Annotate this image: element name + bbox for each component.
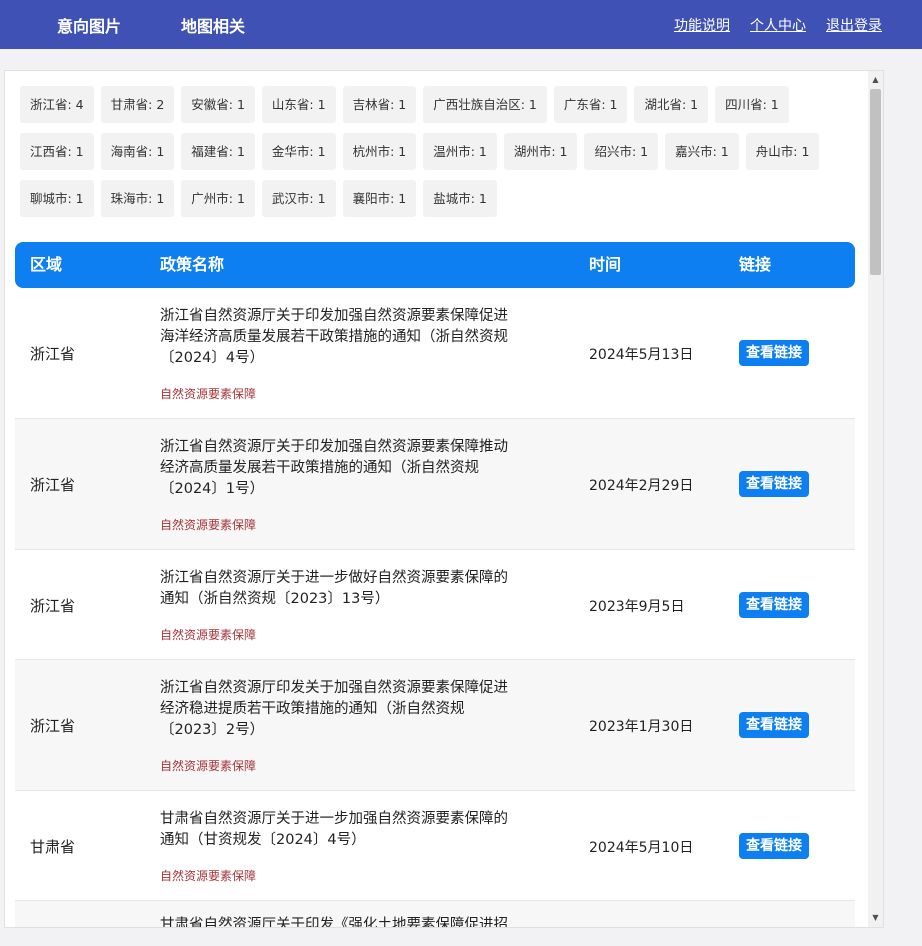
header-time: 时间 (589, 255, 622, 274)
view-link-button[interactable]: 查看链接 (739, 340, 809, 366)
row-policy-name: 甘肃省自然资源厅关于印发《强化土地要素保障促进招 (160, 915, 555, 927)
policy-title-line[interactable]: 浙江省自然资源厅印发关于加强自然资源要素保障促进 (160, 678, 555, 699)
region-tag[interactable]: 山东省: 1 (261, 86, 336, 123)
policy-title-line[interactable]: 甘肃省自然资源厅关于印发《强化土地要素保障促进招 (160, 915, 555, 927)
row-policy-name: 浙江省自然资源厅印发关于加强自然资源要素保障促进 经济稳进提质若干政策措施的通知（… (160, 678, 555, 773)
region-tag[interactable]: 珠海市: 1 (100, 180, 175, 217)
table-row: 浙江省 浙江省自然资源厅印发关于加强自然资源要素保障促进 经济稳进提质若干政策措施的… (15, 660, 855, 791)
nav-map-related[interactable]: 地图相关 (181, 13, 245, 37)
region-tag[interactable]: 绍兴市: 1 (584, 133, 659, 170)
header-region: 区域 (30, 255, 63, 274)
policy-title-line[interactable]: 〔2023〕2号） (160, 720, 555, 741)
region-tag-list: 浙江省: 4 甘肃省: 2 安徽省: 1 山东省: 1 吉林省: 1 广西壮族自治区: 1… (20, 86, 860, 227)
region-tag[interactable]: 温州市: 1 (423, 133, 497, 170)
policy-category-tag: 自然资源要素保障 (160, 868, 257, 883)
nav-personal-center[interactable]: 个人中心 (750, 15, 806, 35)
region-tag[interactable]: 江西省: 1 (20, 133, 94, 170)
view-link-button[interactable]: 查看链接 (739, 471, 809, 497)
region-tag[interactable]: 杭州市: 1 (342, 133, 417, 170)
row-policy-name: 浙江省自然资源厅关于进一步做好自然资源要素保障的 通知（浙自然资规〔2023〕13… (160, 568, 555, 642)
region-tag[interactable]: 盐城市: 1 (423, 180, 497, 217)
region-tag[interactable]: 吉林省: 1 (342, 86, 417, 123)
policy-title-line[interactable]: 经济稳进提质若干政策措施的通知（浙自然资规 (160, 699, 555, 720)
row-region: 浙江省 (30, 717, 76, 735)
region-tag[interactable]: 武汉市: 1 (261, 180, 336, 217)
table-body: 浙江省 浙江省自然资源厅关于印发加强自然资源要素保障促进 海洋经济高质量发展若干政策… (15, 288, 855, 927)
region-tag[interactable]: 湖州市: 1 (503, 133, 578, 170)
region-tag[interactable]: 四川省: 1 (715, 86, 789, 123)
region-tag[interactable]: 安徽省: 1 (181, 86, 255, 123)
row-region: 浙江省 (30, 476, 76, 494)
row-region: 浙江省 (30, 596, 76, 615)
nav-left: 意向图片 地图相关 (57, 0, 305, 49)
policy-title-line[interactable]: 〔2024〕4号） (160, 348, 555, 369)
region-tag[interactable]: 襄阳市: 1 (342, 180, 417, 217)
table-row: 浙江省 浙江省自然资源厅关于印发加强自然资源要素保障促进 海洋经济高质量发展若干政策… (15, 288, 855, 419)
region-tag[interactable]: 舟山市: 1 (745, 133, 820, 170)
table-header: 区域 政策名称 时间 链接 (15, 242, 855, 288)
row-date: 2024年5月13日 (589, 347, 694, 363)
row-date: 2024年2月29日 (589, 478, 694, 494)
content-panel: 浙江省: 4 甘肃省: 2 安徽省: 1 山东省: 1 吉林省: 1 广西壮族自治区: 1… (4, 70, 884, 928)
policy-category-tag: 自然资源要素保障 (160, 517, 257, 532)
table-row: 浙江省 浙江省自然资源厅关于进一步做好自然资源要素保障的 通知（浙自然资规〔2023… (15, 550, 855, 660)
policy-title-line[interactable]: 海洋经济高质量发展若干政策措施的通知（浙自然资规 (160, 327, 555, 348)
nav-intention-images[interactable]: 意向图片 (57, 13, 121, 37)
policy-title-line[interactable]: 浙江省自然资源厅关于印发加强自然资源要素保障推动 (160, 437, 555, 458)
region-tag[interactable]: 金华市: 1 (261, 133, 336, 170)
nav-function-description[interactable]: 功能说明 (674, 15, 730, 35)
region-tag[interactable]: 广州市: 1 (181, 180, 255, 217)
region-tag[interactable]: 嘉兴市: 1 (665, 133, 739, 170)
header-policy-name: 政策名称 (160, 255, 225, 274)
region-tag[interactable]: 广西壮族自治区: 1 (423, 86, 547, 123)
row-policy-name: 甘肃省自然资源厅关于进一步加强自然资源要素保障的 通知（甘资规发〔2024〕4号）… (160, 809, 555, 883)
table-row: 浙江省 浙江省自然资源厅关于印发加强自然资源要素保障推动 经济高质量发展若干政策措施… (15, 419, 855, 550)
row-region: 浙江省 (30, 345, 76, 363)
row-date: 2023年1月30日 (589, 719, 694, 735)
table-row: 甘肃省自然资源厅关于印发《强化土地要素保障促进招 (15, 901, 855, 927)
row-policy-name: 浙江省自然资源厅关于印发加强自然资源要素保障促进 海洋经济高质量发展若干政策措施的… (160, 306, 555, 401)
policy-title-line[interactable]: 通知（甘资规发〔2024〕4号） (160, 830, 555, 851)
region-tag[interactable]: 福建省: 1 (181, 133, 255, 170)
policy-title-line[interactable]: 〔2024〕1号） (160, 479, 555, 500)
region-tag[interactable]: 湖北省: 1 (634, 86, 709, 123)
policy-title-line[interactable]: 浙江省自然资源厅关于进一步做好自然资源要素保障的 (160, 568, 555, 589)
view-link-button[interactable]: 查看链接 (739, 832, 809, 859)
view-link-button[interactable]: 查看链接 (739, 591, 809, 618)
region-tag[interactable]: 广东省: 1 (553, 86, 628, 123)
row-policy-name: 浙江省自然资源厅关于印发加强自然资源要素保障推动 经济高质量发展若干政策措施的通知… (160, 437, 555, 532)
policy-title-line[interactable]: 甘肃省自然资源厅关于进一步加强自然资源要素保障的 (160, 809, 555, 830)
view-link-button[interactable]: 查看链接 (739, 712, 809, 738)
policy-category-tag: 自然资源要素保障 (160, 758, 257, 773)
policy-title-line[interactable]: 浙江省自然资源厅关于印发加强自然资源要素保障促进 (160, 306, 555, 327)
scroll-up-icon[interactable]: ▲ (868, 73, 883, 87)
region-tag[interactable]: 浙江省: 4 (20, 86, 94, 123)
table-row: 甘肃省 甘肃省自然资源厅关于进一步加强自然资源要素保障的 通知（甘资规发〔2024〕… (15, 791, 855, 901)
policy-category-tag: 自然资源要素保障 (160, 386, 257, 401)
nav-logout[interactable]: 退出登录 (826, 15, 882, 35)
row-date: 2023年9月5日 (589, 598, 685, 615)
header-link: 链接 (739, 255, 772, 274)
region-tag[interactable]: 甘肃省: 2 (100, 86, 175, 123)
scroll-down-icon[interactable]: ▼ (868, 911, 883, 925)
vertical-scrollbar[interactable]: ▲ ▼ (868, 71, 883, 927)
row-region: 甘肃省 (30, 837, 76, 856)
policy-title-line[interactable]: 经济高质量发展若干政策措施的通知（浙自然资规 (160, 458, 555, 479)
scrollbar-thumb[interactable] (870, 89, 881, 275)
nav-right: 功能说明 个人中心 退出登录 (654, 0, 882, 49)
region-tag[interactable]: 聊城市: 1 (20, 180, 94, 217)
top-navbar: 意向图片 地图相关 功能说明 个人中心 退出登录 (0, 0, 922, 49)
policy-table: 区域 政策名称 时间 链接 浙江省 浙江省自然资源厅关于印发加强自然资源要素保障促… (15, 242, 855, 927)
policy-category-tag: 自然资源要素保障 (160, 627, 257, 642)
policy-title-line[interactable]: 通知（浙自然资规〔2023〕13号） (160, 589, 555, 610)
region-tag[interactable]: 海南省: 1 (100, 133, 175, 170)
row-date: 2024年5月10日 (589, 839, 694, 856)
